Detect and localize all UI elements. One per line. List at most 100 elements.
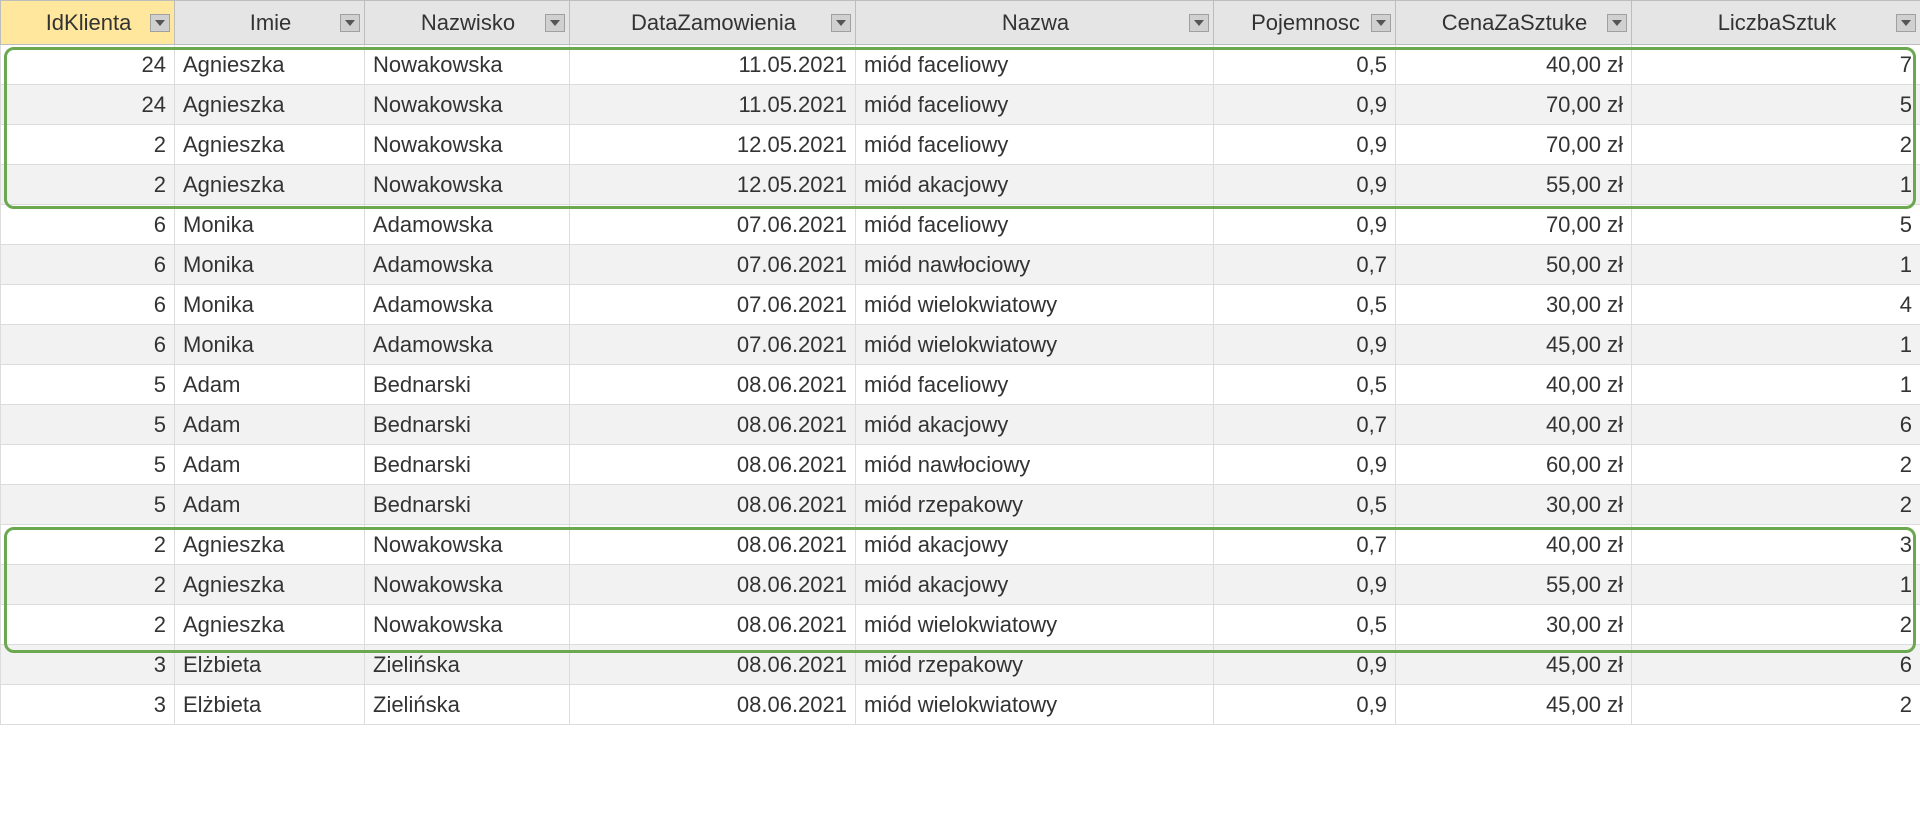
cell-data[interactable]: 07.06.2021 — [570, 285, 856, 325]
cell-liczba[interactable]: 5 — [1632, 205, 1920, 245]
cell-id[interactable]: 2 — [1, 525, 175, 565]
cell-nazwa[interactable]: miód akacjowy — [856, 525, 1214, 565]
cell-cena[interactable]: 70,00 zł — [1396, 85, 1632, 125]
cell-cena[interactable]: 40,00 zł — [1396, 405, 1632, 445]
cell-nazwa[interactable]: miód nawłociowy — [856, 445, 1214, 485]
cell-cena[interactable]: 60,00 zł — [1396, 445, 1632, 485]
table-row[interactable]: 2AgnieszkaNowakowska08.06.2021miód akacj… — [1, 565, 1920, 605]
filter-dropdown-icon[interactable] — [340, 14, 360, 32]
column-header-pojemnosc[interactable]: Pojemnosc — [1214, 1, 1396, 45]
cell-nazwisko[interactable]: Bednarski — [365, 445, 570, 485]
filter-dropdown-icon[interactable] — [545, 14, 565, 32]
cell-data[interactable]: 08.06.2021 — [570, 485, 856, 525]
filter-dropdown-icon[interactable] — [1896, 14, 1916, 32]
cell-liczba[interactable]: 1 — [1632, 165, 1920, 205]
cell-liczba[interactable]: 6 — [1632, 405, 1920, 445]
table-row[interactable]: 24AgnieszkaNowakowska11.05.2021miód face… — [1, 85, 1920, 125]
cell-liczba[interactable]: 4 — [1632, 285, 1920, 325]
cell-nazwa[interactable]: miód wielokwiatowy — [856, 325, 1214, 365]
cell-id[interactable]: 2 — [1, 565, 175, 605]
cell-nazwa[interactable]: miód nawłociowy — [856, 245, 1214, 285]
cell-data[interactable]: 08.06.2021 — [570, 365, 856, 405]
cell-id[interactable]: 6 — [1, 285, 175, 325]
table-row[interactable]: 5AdamBednarski08.06.2021miód nawłociowy0… — [1, 445, 1920, 485]
cell-pojemnosc[interactable]: 0,5 — [1214, 485, 1396, 525]
cell-liczba[interactable]: 5 — [1632, 85, 1920, 125]
column-header-data[interactable]: DataZamowienia — [570, 1, 856, 45]
cell-imie[interactable]: Monika — [175, 205, 365, 245]
cell-liczba[interactable]: 6 — [1632, 645, 1920, 685]
cell-data[interactable]: 08.06.2021 — [570, 525, 856, 565]
table-row[interactable]: 5AdamBednarski08.06.2021miód faceliowy0,… — [1, 365, 1920, 405]
cell-nazwisko[interactable]: Zielińska — [365, 685, 570, 725]
cell-liczba[interactable]: 2 — [1632, 605, 1920, 645]
cell-data[interactable]: 12.05.2021 — [570, 165, 856, 205]
cell-nazwisko[interactable]: Bednarski — [365, 485, 570, 525]
filter-dropdown-icon[interactable] — [1189, 14, 1209, 32]
cell-id[interactable]: 2 — [1, 605, 175, 645]
cell-imie[interactable]: Monika — [175, 245, 365, 285]
cell-data[interactable]: 11.05.2021 — [570, 85, 856, 125]
cell-id[interactable]: 2 — [1, 165, 175, 205]
cell-liczba[interactable]: 2 — [1632, 125, 1920, 165]
cell-cena[interactable]: 45,00 zł — [1396, 645, 1632, 685]
cell-imie[interactable]: Agnieszka — [175, 525, 365, 565]
column-header-imie[interactable]: Imie — [175, 1, 365, 45]
cell-cena[interactable]: 55,00 zł — [1396, 165, 1632, 205]
cell-nazwa[interactable]: miód wielokwiatowy — [856, 285, 1214, 325]
cell-liczba[interactable]: 2 — [1632, 485, 1920, 525]
cell-cena[interactable]: 30,00 zł — [1396, 485, 1632, 525]
cell-liczba[interactable]: 1 — [1632, 365, 1920, 405]
cell-nazwisko[interactable]: Nowakowska — [365, 165, 570, 205]
cell-pojemnosc[interactable]: 0,7 — [1214, 405, 1396, 445]
cell-id[interactable]: 5 — [1, 405, 175, 445]
cell-cena[interactable]: 70,00 zł — [1396, 125, 1632, 165]
cell-nazwisko[interactable]: Nowakowska — [365, 85, 570, 125]
filter-dropdown-icon[interactable] — [1607, 14, 1627, 32]
cell-id[interactable]: 6 — [1, 325, 175, 365]
table-row[interactable]: 3ElżbietaZielińska08.06.2021miód wielokw… — [1, 685, 1920, 725]
cell-imie[interactable]: Adam — [175, 485, 365, 525]
cell-imie[interactable]: Agnieszka — [175, 85, 365, 125]
table-row[interactable]: 6MonikaAdamowska07.06.2021miód faceliowy… — [1, 205, 1920, 245]
cell-nazwa[interactable]: miód akacjowy — [856, 405, 1214, 445]
cell-data[interactable]: 07.06.2021 — [570, 325, 856, 365]
cell-pojemnosc[interactable]: 0,9 — [1214, 165, 1396, 205]
filter-dropdown-icon[interactable] — [831, 14, 851, 32]
table-row[interactable]: 24AgnieszkaNowakowska11.05.2021miód face… — [1, 45, 1920, 85]
cell-cena[interactable]: 30,00 zł — [1396, 285, 1632, 325]
cell-nazwisko[interactable]: Nowakowska — [365, 125, 570, 165]
table-row[interactable]: 6MonikaAdamowska07.06.2021miód wielokwia… — [1, 325, 1920, 365]
cell-nazwa[interactable]: miód faceliowy — [856, 205, 1214, 245]
cell-pojemnosc[interactable]: 0,7 — [1214, 245, 1396, 285]
column-header-id[interactable]: IdKlienta — [1, 1, 175, 45]
cell-liczba[interactable]: 2 — [1632, 445, 1920, 485]
cell-nazwa[interactable]: miód akacjowy — [856, 165, 1214, 205]
cell-data[interactable]: 11.05.2021 — [570, 45, 856, 85]
cell-nazwa[interactable]: miód faceliowy — [856, 85, 1214, 125]
cell-data[interactable]: 08.06.2021 — [570, 685, 856, 725]
cell-nazwisko[interactable]: Zielińska — [365, 645, 570, 685]
cell-id[interactable]: 24 — [1, 45, 175, 85]
table-row[interactable]: 2AgnieszkaNowakowska08.06.2021miód akacj… — [1, 525, 1920, 565]
cell-nazwisko[interactable]: Adamowska — [365, 205, 570, 245]
cell-imie[interactable]: Agnieszka — [175, 45, 365, 85]
cell-imie[interactable]: Elżbieta — [175, 685, 365, 725]
cell-pojemnosc[interactable]: 0,9 — [1214, 325, 1396, 365]
cell-imie[interactable]: Agnieszka — [175, 565, 365, 605]
column-header-nazwisko[interactable]: Nazwisko — [365, 1, 570, 45]
cell-data[interactable]: 08.06.2021 — [570, 405, 856, 445]
cell-pojemnosc[interactable]: 0,9 — [1214, 125, 1396, 165]
cell-nazwa[interactable]: miód rzepakowy — [856, 645, 1214, 685]
cell-nazwisko[interactable]: Bednarski — [365, 365, 570, 405]
cell-data[interactable]: 08.06.2021 — [570, 605, 856, 645]
cell-id[interactable]: 24 — [1, 85, 175, 125]
cell-nazwa[interactable]: miód faceliowy — [856, 125, 1214, 165]
cell-pojemnosc[interactable]: 0,5 — [1214, 605, 1396, 645]
table-row[interactable]: 6MonikaAdamowska07.06.2021miód nawłociow… — [1, 245, 1920, 285]
cell-liczba[interactable]: 1 — [1632, 325, 1920, 365]
cell-nazwisko[interactable]: Bednarski — [365, 405, 570, 445]
cell-liczba[interactable]: 2 — [1632, 685, 1920, 725]
cell-imie[interactable]: Monika — [175, 325, 365, 365]
cell-cena[interactable]: 40,00 zł — [1396, 525, 1632, 565]
